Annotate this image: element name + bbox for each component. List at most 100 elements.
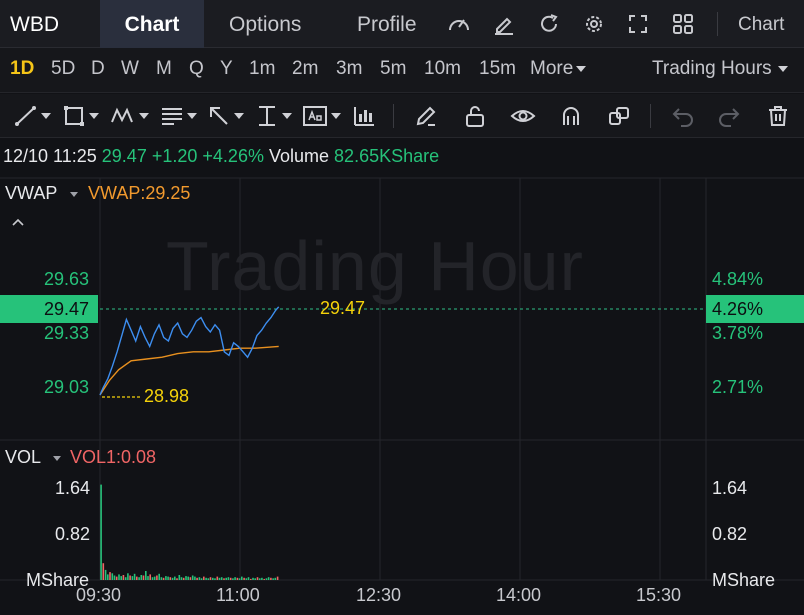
volume-bar [158, 573, 160, 580]
volume-bar [227, 577, 230, 580]
volume-bar [247, 577, 250, 580]
volume-bar [205, 577, 207, 580]
volume-bar [167, 576, 169, 580]
volume-bar [156, 575, 158, 580]
price-tick-mid: 29.33 [44, 323, 90, 343]
volume-bar [207, 578, 210, 580]
volume-bar [274, 577, 277, 580]
volume-bar [223, 578, 225, 580]
chevron-down-icon [70, 191, 79, 197]
volume-bar [191, 575, 194, 580]
volume-bar [120, 576, 122, 580]
vol-tick-high: 1.64 [55, 478, 91, 498]
chart-canvas[interactable] [0, 0, 804, 615]
volume-bar [194, 576, 196, 580]
volume-bar [185, 576, 187, 580]
volume-bar [250, 578, 252, 580]
volume-bar [111, 573, 114, 580]
volume-bar [238, 578, 241, 580]
vwap-indicator-selector[interactable]: VWAP [5, 183, 79, 204]
volume-bar [245, 578, 248, 580]
volume-bar [149, 574, 151, 580]
volume-bar [122, 575, 125, 580]
volume-bar [214, 578, 216, 580]
vol-indicator-selector[interactable]: VOL [5, 447, 62, 468]
volume-bar [142, 575, 145, 580]
volume-bar [220, 577, 223, 580]
volume-bar [187, 576, 189, 580]
volume-bar [203, 576, 205, 580]
chevron-down-icon [53, 455, 62, 461]
volume-bar [133, 573, 136, 580]
volume-bar [272, 578, 274, 580]
volume-bar [147, 576, 149, 580]
volume-bar [171, 577, 174, 580]
volume-bar [261, 577, 263, 580]
volume-bar [258, 578, 261, 580]
price-line [99, 306, 280, 396]
trading-hour-watermark: Trading Hour [166, 227, 584, 305]
volume-bar [265, 578, 268, 580]
time-tick-1230: 12:30 [356, 585, 402, 605]
volume-bar [118, 574, 120, 580]
volume-bar [234, 577, 236, 580]
volume-bar [169, 577, 172, 580]
time-tick-1530: 15:30 [636, 585, 682, 605]
volume-bar [254, 578, 256, 580]
volume-bar [216, 576, 219, 580]
volume-bar [243, 577, 245, 580]
volume-bar [153, 576, 156, 580]
volume-bar [145, 571, 147, 580]
volume-bar [100, 484, 102, 580]
vwap-value-label: VWAP:29.25 [88, 183, 191, 203]
volume-bar [165, 576, 167, 580]
volume-bar [270, 577, 272, 580]
volume-bar [109, 572, 111, 580]
volume-bar [127, 573, 129, 580]
volume-bar [252, 577, 254, 580]
current-price-line-label: 29.47 [320, 298, 366, 318]
volume-bar [196, 577, 198, 580]
volume-bar [129, 575, 131, 580]
volume-bar [174, 576, 176, 580]
volume-bar [131, 576, 134, 580]
current-price-tag: 29.47 [0, 295, 98, 323]
volume-bars [100, 484, 279, 580]
volume-bar [102, 563, 105, 580]
price-tick-low: 29.03 [44, 377, 90, 397]
volume-bar [198, 577, 201, 580]
volume-bar [236, 577, 239, 580]
volume-bar [124, 577, 127, 580]
volume-bar [115, 576, 118, 580]
volume-bar [218, 577, 221, 580]
volume-bar [209, 577, 212, 580]
vwap-indicator-name: VWAP [5, 183, 58, 203]
pct-tick-low: 2.71% [712, 377, 764, 397]
vol-tick-high-right: 1.64 [712, 478, 748, 498]
volume-bar [229, 577, 232, 580]
volume-bar [263, 578, 265, 580]
volume-bar [140, 575, 143, 580]
time-tick-1400: 14:00 [496, 585, 542, 605]
vwap-line [99, 345, 279, 396]
vol-tick-mid: 0.82 [55, 524, 91, 544]
pct-tick-high: 4.84% [712, 269, 764, 289]
volume-bar [104, 569, 107, 580]
volume-bar [212, 577, 214, 580]
volume-bar [256, 577, 259, 580]
volume-bar [225, 577, 227, 580]
collapse-panel-icon[interactable] [11, 217, 25, 227]
price-tick-high: 29.63 [44, 269, 90, 289]
volume-bar [200, 578, 203, 580]
volume-bar [162, 577, 165, 580]
volume-bar [151, 577, 154, 580]
volume-bar [176, 578, 178, 580]
volume-bar [113, 575, 116, 580]
volume-bar [160, 577, 163, 580]
time-tick-0930: 09:30 [76, 585, 122, 605]
volume-bar [189, 577, 192, 580]
volume-bar [182, 577, 185, 580]
low-price-label: 28.98 [144, 386, 190, 406]
vol-unit-label-right: MShare [712, 570, 776, 590]
volume-bar [241, 576, 243, 580]
